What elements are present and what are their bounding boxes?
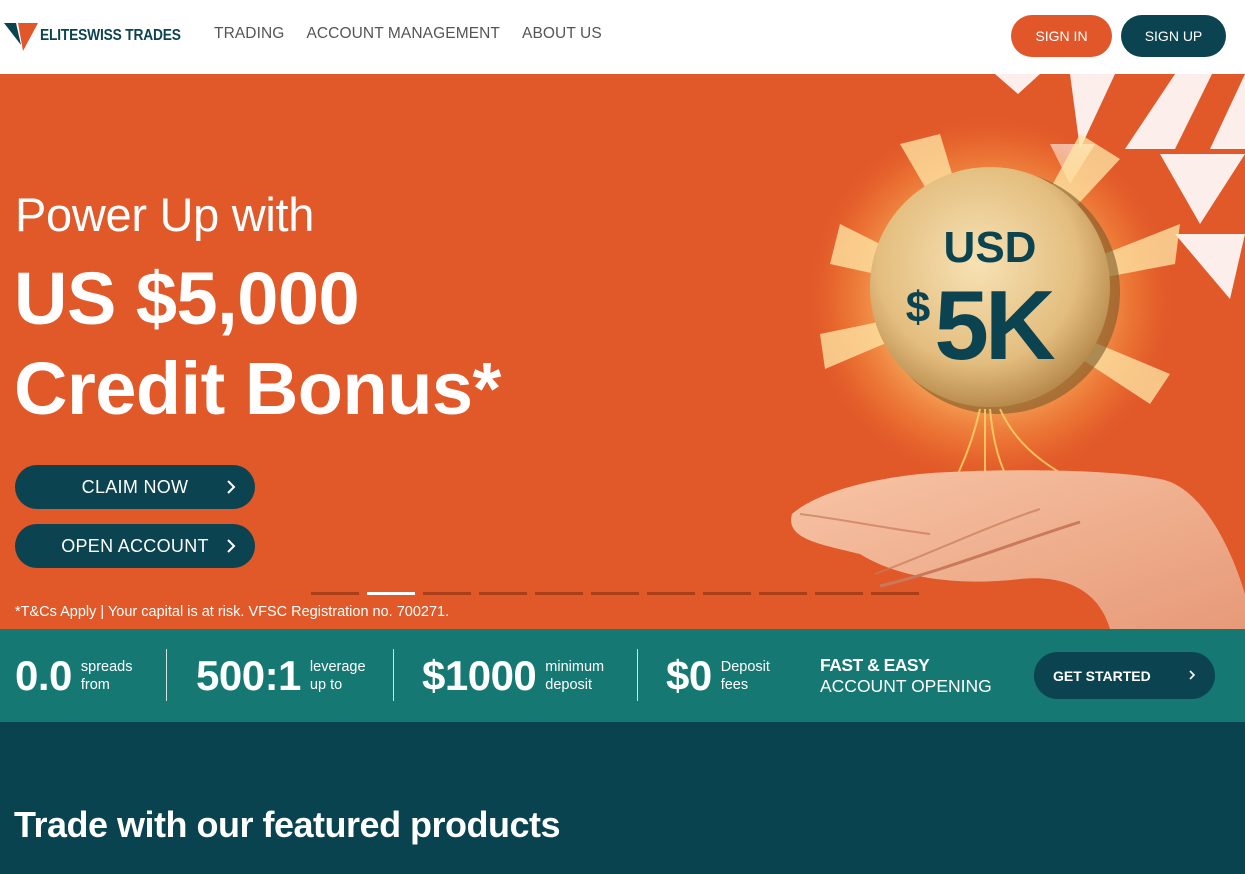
divider	[166, 649, 167, 701]
divider	[637, 649, 638, 701]
fast-easy-line1: FAST & EASY	[820, 655, 930, 675]
stat-label-line1: leverage	[309, 658, 366, 675]
stats-bar: 0.0 spreads from 500:1 leverage up to $100…	[0, 629, 1245, 722]
brand-name: ELITESWISS TRADES	[40, 27, 181, 44]
risk-disclaimer: *T&Cs Apply | Your capital is at risk. V…	[15, 604, 450, 620]
featured-products-section: Trade with our featured products	[0, 722, 1245, 874]
stat-label-line2: deposit	[545, 676, 593, 693]
sign-up-button[interactable]: SIGN UP	[1121, 15, 1226, 57]
coin-hand-illustration: USD $ 5K	[791, 74, 1245, 629]
stat-label: leverage up to	[310, 658, 366, 694]
stat-spreads: 0.0 spreads from	[15, 629, 132, 722]
divider	[393, 649, 394, 701]
stat-value: 0.0	[15, 651, 72, 699]
brand-logo[interactable]: ELITESWISS TRADES	[4, 18, 204, 54]
hero-amount: US $5,000	[14, 257, 360, 340]
stat-deposit-fees: $0 Deposit fees	[666, 629, 770, 722]
hero-pretitle: Power Up with	[15, 188, 315, 241]
main-nav: TRADING ACCOUNT MANAGEMENT ABOUT US	[214, 25, 602, 43]
open-account-button[interactable]: OPEN ACCOUNT	[15, 524, 255, 568]
coin-value-text: 5K	[934, 270, 1055, 380]
stat-label: spreads from	[81, 658, 133, 694]
chevron-right-icon	[1189, 670, 1196, 680]
hero-bonus: Credit Bonus*	[14, 347, 501, 430]
stat-label-line1: minimum	[545, 658, 605, 675]
carousel-dot[interactable]	[423, 592, 471, 595]
stat-value: $0	[666, 651, 712, 699]
stat-label: minimum deposit	[545, 658, 604, 694]
hero-banner: Power Up with US $5,000 Credit Bonus* CL…	[0, 74, 1245, 629]
stat-label: Deposit fees	[721, 658, 770, 694]
chevron-right-icon	[227, 480, 236, 494]
carousel-dot[interactable]	[311, 592, 359, 595]
fast-easy-line2: ACCOUNT OPENING	[820, 676, 992, 696]
stat-leverage: 500:1 leverage up to	[196, 629, 366, 722]
coin-dollar-text: $	[906, 283, 930, 332]
coin-usd-text: USD	[944, 223, 1037, 272]
claim-now-label: CLAIM NOW	[81, 476, 189, 497]
logo-v-icon	[4, 23, 38, 51]
claim-now-button[interactable]: CLAIM NOW	[15, 465, 255, 509]
carousel-dot[interactable]	[367, 592, 415, 595]
nav-trading[interactable]: TRADING	[214, 25, 284, 43]
stat-value: 500:1	[196, 651, 301, 699]
open-account-label: OPEN ACCOUNT	[61, 535, 209, 556]
featured-products-title: Trade with our featured products	[14, 804, 561, 845]
nav-about-us[interactable]: ABOUT US	[522, 25, 602, 43]
stat-min-deposit: $1000 minimum deposit	[422, 629, 604, 722]
stat-value: $1000	[422, 651, 537, 699]
carousel-dot[interactable]	[535, 592, 583, 595]
site-header: ELITESWISS TRADES TRADING ACCOUNT MANAGE…	[0, 0, 1245, 74]
stat-label-line1: Deposit	[720, 658, 770, 675]
stat-label-line2: up to	[309, 676, 343, 693]
carousel-dot[interactable]	[703, 592, 751, 595]
nav-account-management[interactable]: ACCOUNT MANAGEMENT	[306, 25, 500, 43]
carousel-dot[interactable]	[591, 592, 639, 595]
stat-label-line2: from	[80, 676, 110, 693]
carousel-dot[interactable]	[647, 592, 695, 595]
stat-label-line1: spreads	[80, 658, 133, 675]
get-started-button[interactable]: GET STARTED	[1034, 652, 1215, 699]
get-started-label: GET STARTED	[1053, 667, 1151, 684]
sign-in-button[interactable]: SIGN IN	[1011, 15, 1112, 57]
chevron-right-icon	[227, 539, 236, 553]
fast-easy-text: FAST & EASY ACCOUNT OPENING	[820, 655, 992, 697]
stat-label-line2: fees	[720, 676, 749, 693]
carousel-dot[interactable]	[479, 592, 527, 595]
